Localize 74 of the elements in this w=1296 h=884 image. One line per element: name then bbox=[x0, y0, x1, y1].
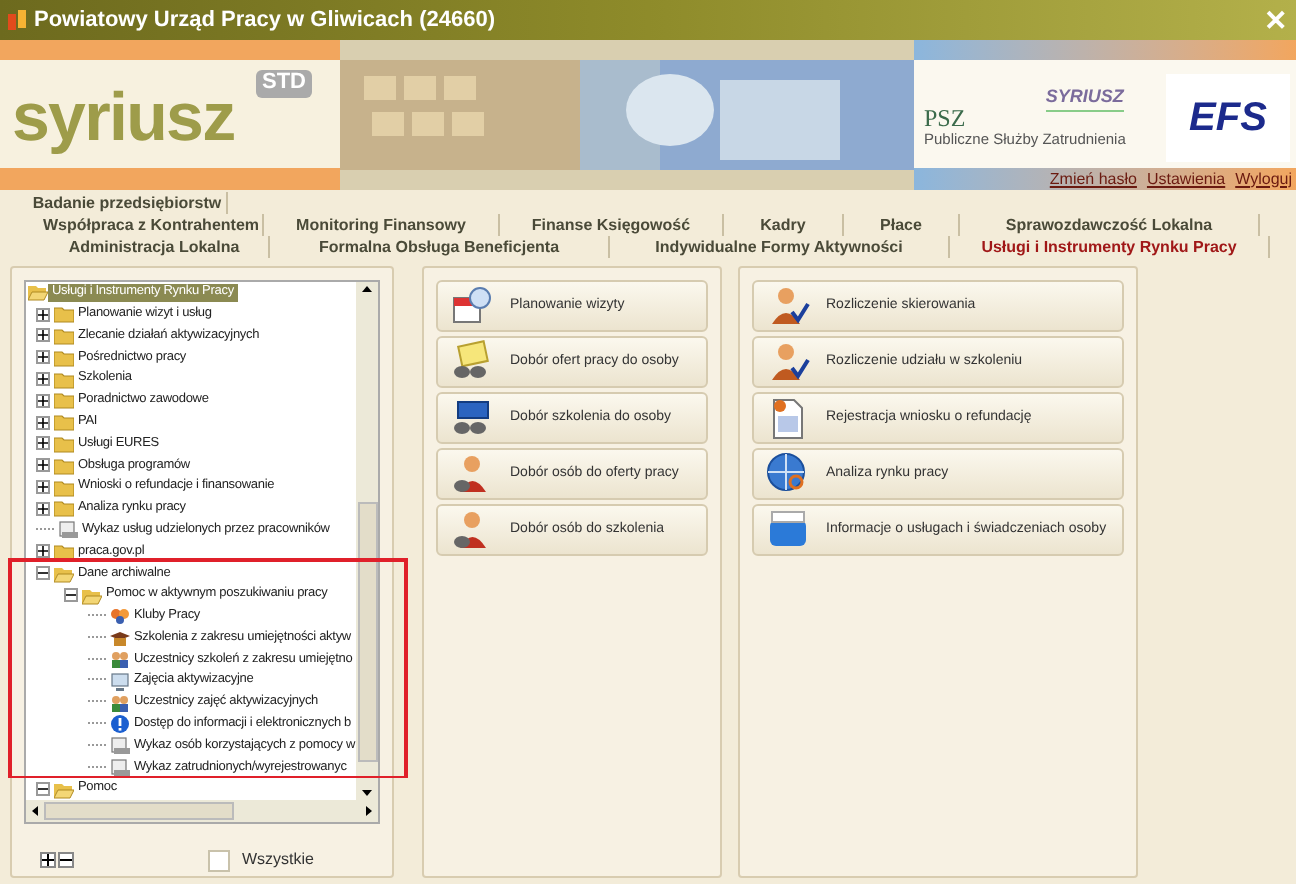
open-folder-icon bbox=[82, 585, 102, 606]
folder-icon bbox=[54, 325, 74, 346]
expand-toggle[interactable] bbox=[36, 458, 50, 473]
person-check-icon bbox=[766, 340, 810, 384]
calendar-clock-icon bbox=[450, 284, 494, 328]
efs-logo: EFS bbox=[1166, 74, 1290, 162]
collapse-toggle[interactable] bbox=[36, 782, 50, 797]
tab[interactable]: Indywidualne Formy Aktywności bbox=[610, 236, 950, 258]
minus-icon bbox=[60, 854, 72, 866]
tab[interactable]: Finanse Księgowość bbox=[500, 214, 724, 236]
logo-tag: STD bbox=[256, 70, 312, 98]
expand-toggle[interactable] bbox=[36, 350, 50, 365]
checkbox[interactable] bbox=[208, 849, 230, 871]
open-folder-icon bbox=[28, 282, 48, 303]
window-title: Powiatowy Urząd Pracy w Gliwicach (24660) bbox=[34, 5, 495, 36]
person-check-icon bbox=[766, 284, 810, 328]
tab[interactable]: Płace bbox=[844, 214, 960, 236]
expand-toggle[interactable] bbox=[36, 328, 50, 343]
expand-toggle[interactable] bbox=[36, 501, 50, 516]
expand-toggle[interactable] bbox=[36, 307, 50, 322]
monitor-icon bbox=[110, 671, 130, 692]
tab[interactable]: Badanie przedsiębiorstw bbox=[28, 192, 228, 214]
expand-toggle[interactable] bbox=[36, 393, 50, 408]
box-icon bbox=[766, 508, 810, 552]
printer-icon bbox=[110, 736, 130, 757]
folder-icon bbox=[54, 347, 74, 368]
collapse-toggle[interactable] bbox=[36, 566, 50, 581]
header-link[interactable]: Ustawienia bbox=[1146, 171, 1226, 187]
folder-icon bbox=[54, 433, 74, 454]
vertical-scrollbar[interactable] bbox=[356, 282, 378, 800]
folder-icon bbox=[54, 390, 74, 411]
tab[interactable]: Administracja Lokalna bbox=[40, 236, 270, 258]
folder-icon bbox=[54, 455, 74, 476]
folder-icon bbox=[54, 541, 74, 562]
open-folder-icon bbox=[54, 563, 74, 584]
tab[interactable]: Formalna Obsługa Beneficjenta bbox=[270, 236, 610, 258]
folder-icon bbox=[54, 477, 74, 498]
group-icon bbox=[110, 606, 130, 627]
printer-icon bbox=[58, 520, 78, 541]
header-link[interactable]: Zmień hasło bbox=[1049, 171, 1137, 187]
expand-toggle[interactable] bbox=[36, 415, 50, 430]
plus-icon bbox=[42, 854, 54, 866]
info-icon bbox=[110, 714, 130, 735]
folder-icon bbox=[54, 412, 74, 433]
tab[interactable]: Sprawozdawczość Lokalna bbox=[960, 214, 1260, 236]
collapse-toggle[interactable] bbox=[64, 588, 78, 603]
printer-icon bbox=[110, 757, 130, 778]
tab[interactable]: Współpraca z Kontrahentem bbox=[40, 214, 264, 236]
expand-toggle[interactable] bbox=[36, 436, 50, 451]
tab[interactable]: Kadry bbox=[724, 214, 844, 236]
folder-icon bbox=[54, 498, 74, 519]
open-folder-icon bbox=[54, 779, 74, 800]
people-icon bbox=[110, 649, 130, 670]
folder-icon bbox=[54, 369, 74, 390]
scroll-up-icon[interactable] bbox=[360, 282, 374, 296]
header-link[interactable]: Wyloguj bbox=[1235, 171, 1292, 187]
logo-text: syriusz bbox=[12, 84, 235, 152]
expand-toggle[interactable] bbox=[36, 480, 50, 495]
horizontal-scrollbar[interactable] bbox=[26, 800, 378, 822]
cap-icon bbox=[110, 628, 130, 649]
collapse-all-button[interactable] bbox=[58, 852, 74, 868]
tab[interactable]: Monitoring Finansowy bbox=[264, 214, 500, 236]
psz-logo-text: PSZ bbox=[924, 106, 968, 131]
mini-logo: SYRIUSZ bbox=[1045, 83, 1124, 113]
expand-all-button[interactable] bbox=[40, 852, 56, 868]
globe-icon bbox=[766, 452, 810, 496]
expand-toggle[interactable] bbox=[36, 544, 50, 559]
checkbox-label: Wszystkie bbox=[242, 848, 314, 872]
folder-icon bbox=[54, 304, 74, 325]
app-icon bbox=[8, 9, 26, 31]
tab[interactable]: Usługi i Instrumenty Rynku Pracy bbox=[950, 236, 1270, 258]
note-icon bbox=[450, 340, 494, 384]
expand-toggle[interactable] bbox=[36, 372, 50, 387]
people-icon bbox=[110, 693, 130, 714]
